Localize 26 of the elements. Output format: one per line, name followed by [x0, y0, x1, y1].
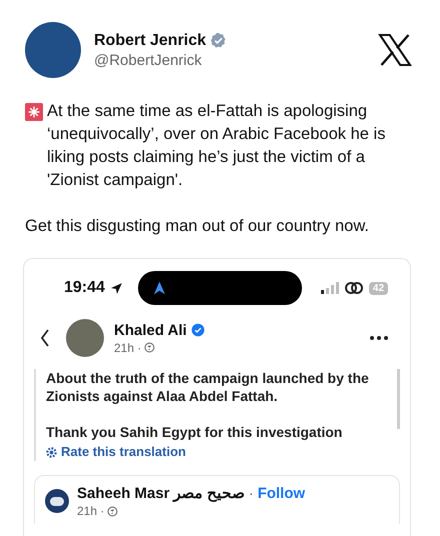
x-logo-icon: [377, 32, 413, 68]
tweet-text: At the same time as el-Fattah is apologising ‘unequivocally’, over on Arabic Facebook he is liking posts claiming he’s just the victim of a 'Zionist campaign'.: [47, 101, 386, 191]
link-icon: [344, 281, 364, 295]
location-arrow-icon: [110, 282, 123, 294]
page-logo: [45, 489, 69, 513]
back-icon[interactable]: [40, 329, 50, 347]
post-time: 21h ·: [77, 504, 104, 518]
tweet-text: Get this disgusting man out of our country now.: [25, 216, 369, 237]
siren-icon: [25, 103, 43, 121]
page-name: Saheeh Masr صحيح مصر: [77, 484, 245, 502]
post-time: 21h ·: [114, 340, 142, 354]
gear-icon: [46, 446, 57, 458]
post-text: Thank you Sahih Egypt for this investigation: [46, 423, 344, 441]
clock-time: 19:44: [64, 279, 105, 297]
author-name: Robert Jenrick: [94, 32, 206, 50]
navigation-arrow-icon: [154, 281, 165, 295]
author-name: Khaled Ali: [114, 322, 187, 338]
separator: ·: [248, 485, 254, 501]
battery-level: 42: [368, 282, 388, 294]
more-options-icon[interactable]: [370, 336, 388, 340]
rate-translation-link[interactable]: Rate this translation: [61, 443, 186, 461]
post-text: About the truth of the campaign launched by the Zionists against Alaa Abdel Fattah.: [46, 369, 370, 405]
avatar: [66, 319, 104, 357]
follow-link[interactable]: Follow: [258, 484, 306, 502]
signal-icon: [320, 282, 339, 294]
handle: @RobertJenrick: [94, 52, 203, 68]
